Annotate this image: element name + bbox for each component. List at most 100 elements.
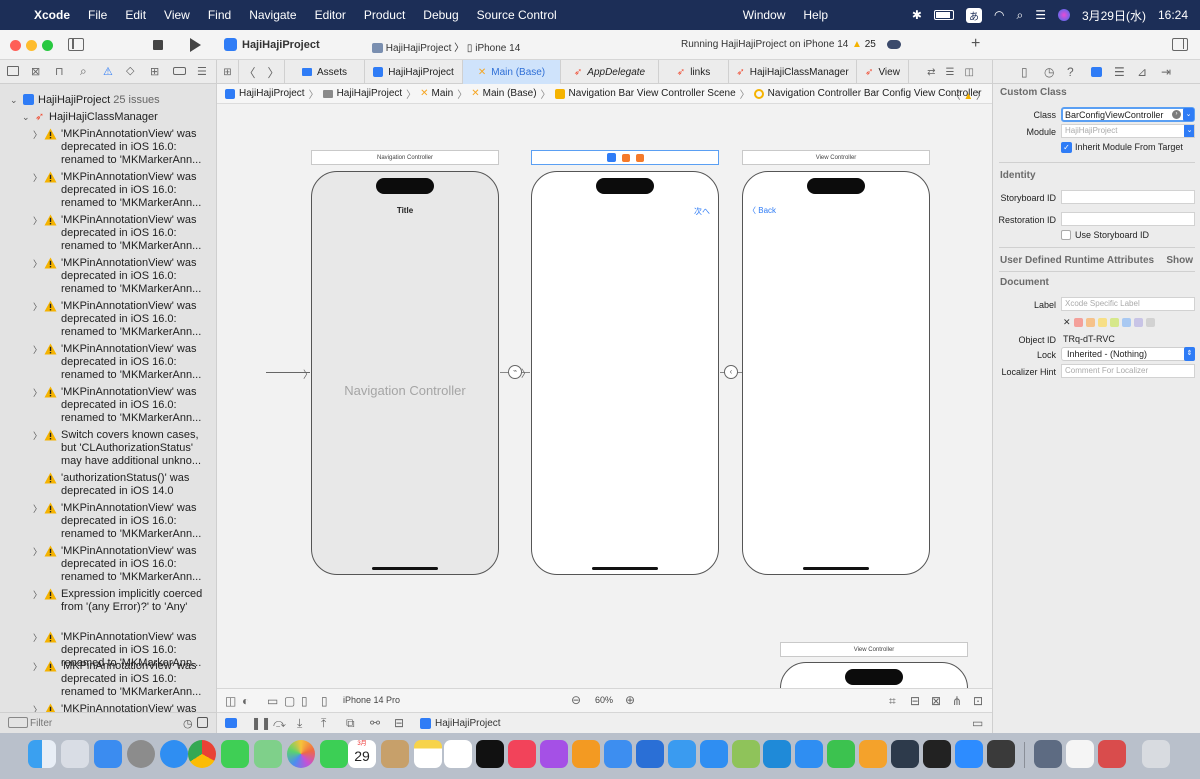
inherit-module-label[interactable]: Inherit Module From Target: [1075, 142, 1183, 152]
reminders-icon[interactable]: [444, 740, 472, 768]
frame-icon[interactable]: ⌗: [889, 694, 896, 709]
disclosure-chevron-icon[interactable]: 〉: [33, 301, 42, 314]
view-controller-scene[interactable]: [780, 662, 968, 688]
attributes-inspector-icon[interactable]: ☰: [1114, 65, 1125, 79]
bar-config-scene-dock[interactable]: [531, 150, 719, 165]
lock-popup[interactable]: Inherited - (Nothing) ⇕: [1061, 347, 1195, 361]
menu-editor[interactable]: Editor: [315, 8, 346, 22]
apple-tv-icon[interactable]: [476, 740, 504, 768]
identity-inspector-icon[interactable]: [1091, 67, 1102, 77]
disclosure-chevron-icon[interactable]: 〉: [33, 172, 42, 185]
split-icon[interactable]: ◫: [964, 67, 973, 78]
breadcrumb-item[interactable]: Navigation Bar View Controller Scene: [569, 88, 736, 99]
tab-view[interactable]: ➶ View: [857, 60, 909, 84]
green-swatch[interactable]: [1109, 317, 1119, 327]
control-center-icon[interactable]: ☰: [1035, 8, 1046, 22]
size-inspector-icon[interactable]: ⊿: [1137, 65, 1147, 79]
blue-swatch[interactable]: [1121, 317, 1131, 327]
breadcrumb-nav[interactable]: 〈 ▲ 〉: [951, 87, 986, 102]
view-controller-scene[interactable]: 〈 Back: [742, 171, 930, 575]
nav-bar-title[interactable]: Title: [312, 206, 498, 215]
doc-label-field[interactable]: Xcode Specific Label: [1061, 297, 1195, 311]
restoration-id-field[interactable]: [1061, 212, 1195, 226]
issue-filter-icon[interactable]: [197, 717, 208, 728]
tab-classmanager[interactable]: ➶ HajiHajiClassManager: [729, 60, 857, 84]
calendar-icon[interactable]: 3月 29: [348, 740, 376, 768]
textedit-icon[interactable]: [1066, 740, 1094, 768]
segue-icon[interactable]: ‹: [724, 365, 738, 379]
use-storyboard-id-checkbox[interactable]: [1061, 230, 1071, 240]
issue-item[interactable]: 〉 'MKPinAnnotationView' was deprecated in…: [0, 300, 216, 340]
gray-swatch[interactable]: [1145, 317, 1155, 327]
script-editor-icon[interactable]: [732, 740, 760, 768]
storyboard-id-field[interactable]: [1061, 190, 1195, 204]
disclosure-chevron-icon[interactable]: 〉: [33, 129, 42, 142]
breadcrumb-item[interactable]: HajiHajiProject: [239, 88, 305, 99]
finder-icon[interactable]: [28, 740, 56, 768]
disclosure-chevron-icon[interactable]: 〉: [33, 632, 42, 645]
vscode-icon[interactable]: [763, 740, 791, 768]
menu-source-control[interactable]: Source Control: [477, 8, 557, 22]
segue-icon[interactable]: ⌁: [508, 365, 522, 379]
chrome-icon[interactable]: [188, 740, 216, 768]
debug-area-toggle-icon[interactable]: [225, 718, 237, 728]
environment-icon[interactable]: ⊟: [394, 716, 404, 730]
appearance-icon[interactable]: ◐: [242, 694, 249, 708]
preview-window-icon[interactable]: [1034, 740, 1062, 768]
view-controller-scene-title[interactable]: View Controller: [742, 150, 930, 165]
tab-main-base[interactable]: ✕ Main (Base): [463, 60, 561, 84]
minimize-window-button[interactable]: [26, 40, 37, 51]
orientation-icon[interactable]: ▭: [267, 694, 278, 708]
module-field[interactable]: HajiHajiProject ⌄: [1061, 124, 1195, 138]
file-inspector-icon[interactable]: ▯: [1021, 65, 1028, 79]
add-button[interactable]: +: [971, 35, 980, 53]
step-over-icon[interactable]: ⤼: [273, 716, 286, 731]
orange-swatch[interactable]: [1085, 317, 1095, 327]
lines-icon[interactable]: ☰: [945, 67, 954, 78]
issue-item[interactable]: 〉 'MKPinAnnotationView' was deprecated in…: [0, 171, 216, 211]
tab-grid-button[interactable]: ⊞: [217, 60, 239, 84]
system-settings-icon[interactable]: [127, 740, 155, 768]
xcode-icon[interactable]: [636, 740, 664, 768]
menu-file[interactable]: File: [88, 8, 107, 22]
issue-item[interactable]: 〉 Switch covers known cases, but 'CLAutho…: [0, 429, 216, 469]
issue-item[interactable]: 〉 'MKPinAnnotationView' was deprecated in…: [0, 660, 216, 700]
contacts-icon[interactable]: [381, 740, 409, 768]
siri-icon[interactable]: [1057, 9, 1070, 21]
pages-pen-icon[interactable]: [859, 740, 887, 768]
notes-icon[interactable]: [414, 740, 442, 768]
issue-item[interactable]: 〉 'MKPinAnnotationView' was deprecated in…: [0, 343, 216, 383]
zoom-in-icon[interactable]: ⊕: [625, 693, 635, 707]
photos-icon[interactable]: [287, 740, 315, 768]
exit-icon[interactable]: [635, 153, 644, 162]
tab-nav-buttons[interactable]: 〈〉: [239, 60, 285, 84]
menu-product[interactable]: Product: [364, 8, 405, 22]
sidebar-toggle-icon[interactable]: [68, 38, 84, 51]
history-inspector-icon[interactable]: ◷: [1044, 65, 1054, 79]
books-icon[interactable]: [572, 740, 600, 768]
step-into-icon[interactable]: ⤓: [297, 716, 302, 731]
view-controller-scene-title[interactable]: View Controller: [780, 642, 968, 657]
trash-icon[interactable]: [1142, 740, 1170, 768]
memory-graph-icon[interactable]: ⚯: [370, 716, 380, 730]
cloud-icon[interactable]: [887, 40, 901, 49]
simulator-icon[interactable]: [668, 740, 696, 768]
facetime-icon[interactable]: [320, 740, 348, 768]
calculator-icon[interactable]: [987, 740, 1015, 768]
keynote-icon[interactable]: [795, 740, 823, 768]
input-method-app-icon[interactable]: [1098, 740, 1126, 768]
run-button[interactable]: [190, 38, 201, 52]
zoom-app-icon[interactable]: [955, 740, 983, 768]
localizer-hint-field[interactable]: Comment For Localizer: [1061, 364, 1195, 378]
module-dropdown-button[interactable]: ⌄: [1184, 125, 1194, 137]
messages-icon[interactable]: [221, 740, 249, 768]
app-store-icon[interactable]: [700, 740, 728, 768]
music-icon[interactable]: [508, 740, 536, 768]
zoom-level[interactable]: 60%: [595, 695, 613, 705]
align-icon[interactable]: ⊟: [910, 694, 920, 708]
show-runtime-attributes-button[interactable]: Show: [1166, 255, 1193, 266]
menu-edit[interactable]: Edit: [125, 8, 146, 22]
disclosure-chevron-icon[interactable]: 〉: [33, 589, 42, 602]
console-toggle-icon[interactable]: ▭: [972, 716, 983, 730]
issue-item[interactable]: 〉 'MKPinAnnotationView' was deprecated in…: [0, 386, 216, 426]
